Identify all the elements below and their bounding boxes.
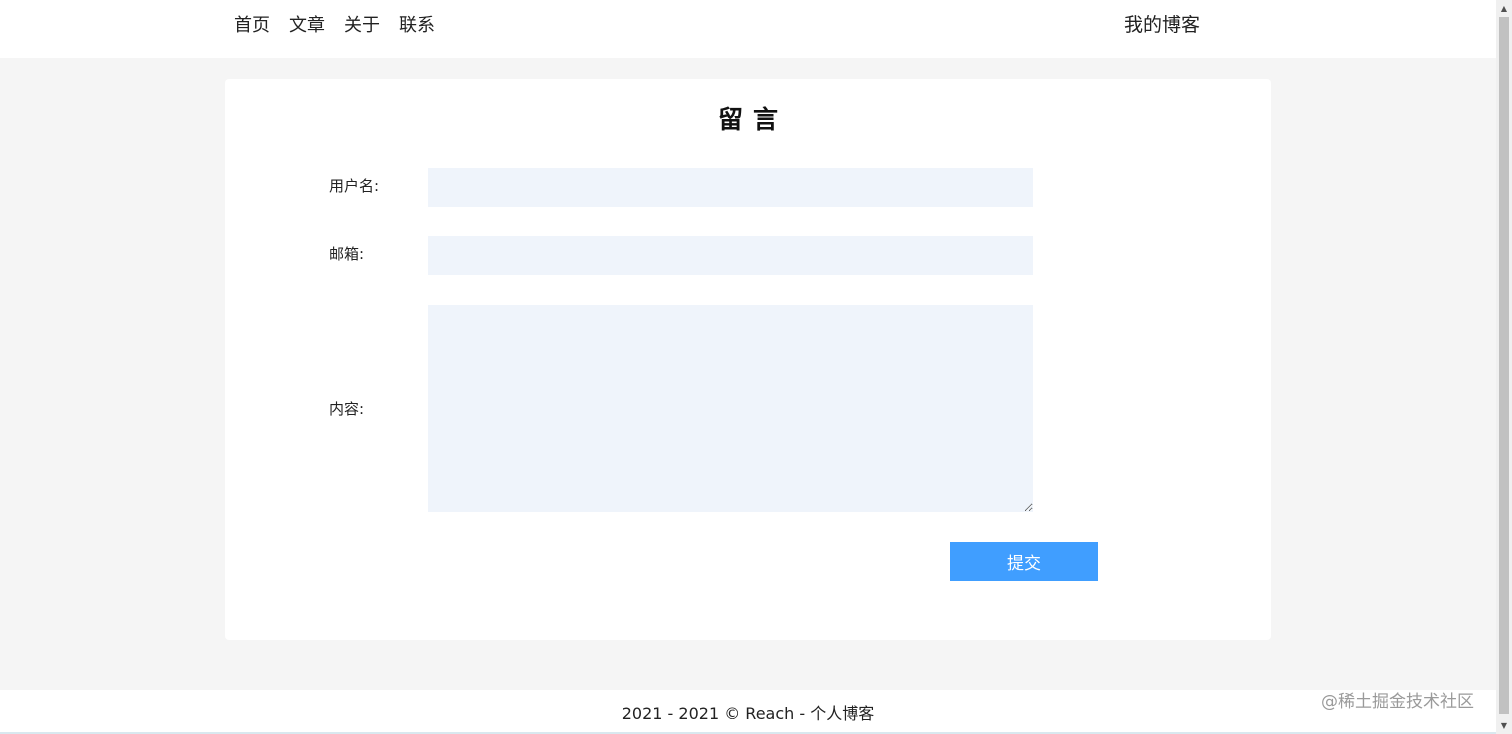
email-label: 邮箱: <box>329 245 365 263</box>
content-label: 内容: <box>329 400 365 418</box>
main-nav: 首页 文章 关于 联系 <box>234 13 454 39</box>
nav-item-home[interactable]: 首页 <box>234 13 270 39</box>
page-title: 留言 <box>717 105 788 134</box>
scroll-thumb[interactable] <box>1499 17 1509 714</box>
content-textarea[interactable] <box>428 305 1033 512</box>
top-header: 首页 文章 关于 联系 我的博客 <box>0 0 1496 58</box>
nav-item-about[interactable]: 关于 <box>344 13 380 39</box>
watermark: @稀土掘金技术社区 <box>1321 692 1474 712</box>
message-card: 留言 用户名: 邮箱: 内容: 提交 <box>225 79 1271 640</box>
browser-viewport: 首页 文章 关于 联系 我的博客 留言 用户名: 邮箱: 内容: 提交 2021… <box>0 0 1512 734</box>
page: 首页 文章 关于 联系 我的博客 留言 用户名: 邮箱: 内容: 提交 2021… <box>0 0 1496 734</box>
vertical-scrollbar[interactable]: ▲ ▼ <box>1496 0 1512 734</box>
site-brand[interactable]: 我的博客 <box>1124 12 1200 38</box>
username-input[interactable] <box>428 168 1033 207</box>
nav-item-contact[interactable]: 联系 <box>399 13 435 39</box>
submit-button[interactable]: 提交 <box>950 542 1098 581</box>
scroll-up-arrow-icon[interactable]: ▲ <box>1496 0 1512 17</box>
username-label: 用户名: <box>329 177 380 195</box>
scroll-down-arrow-icon[interactable]: ▼ <box>1496 717 1512 734</box>
nav-item-articles[interactable]: 文章 <box>289 13 325 39</box>
email-input[interactable] <box>428 236 1033 275</box>
page-footer: 2021 - 2021 © Reach - 个人博客 <box>0 690 1496 734</box>
footer-copyright: 2021 - 2021 © Reach - 个人博客 <box>621 704 875 723</box>
